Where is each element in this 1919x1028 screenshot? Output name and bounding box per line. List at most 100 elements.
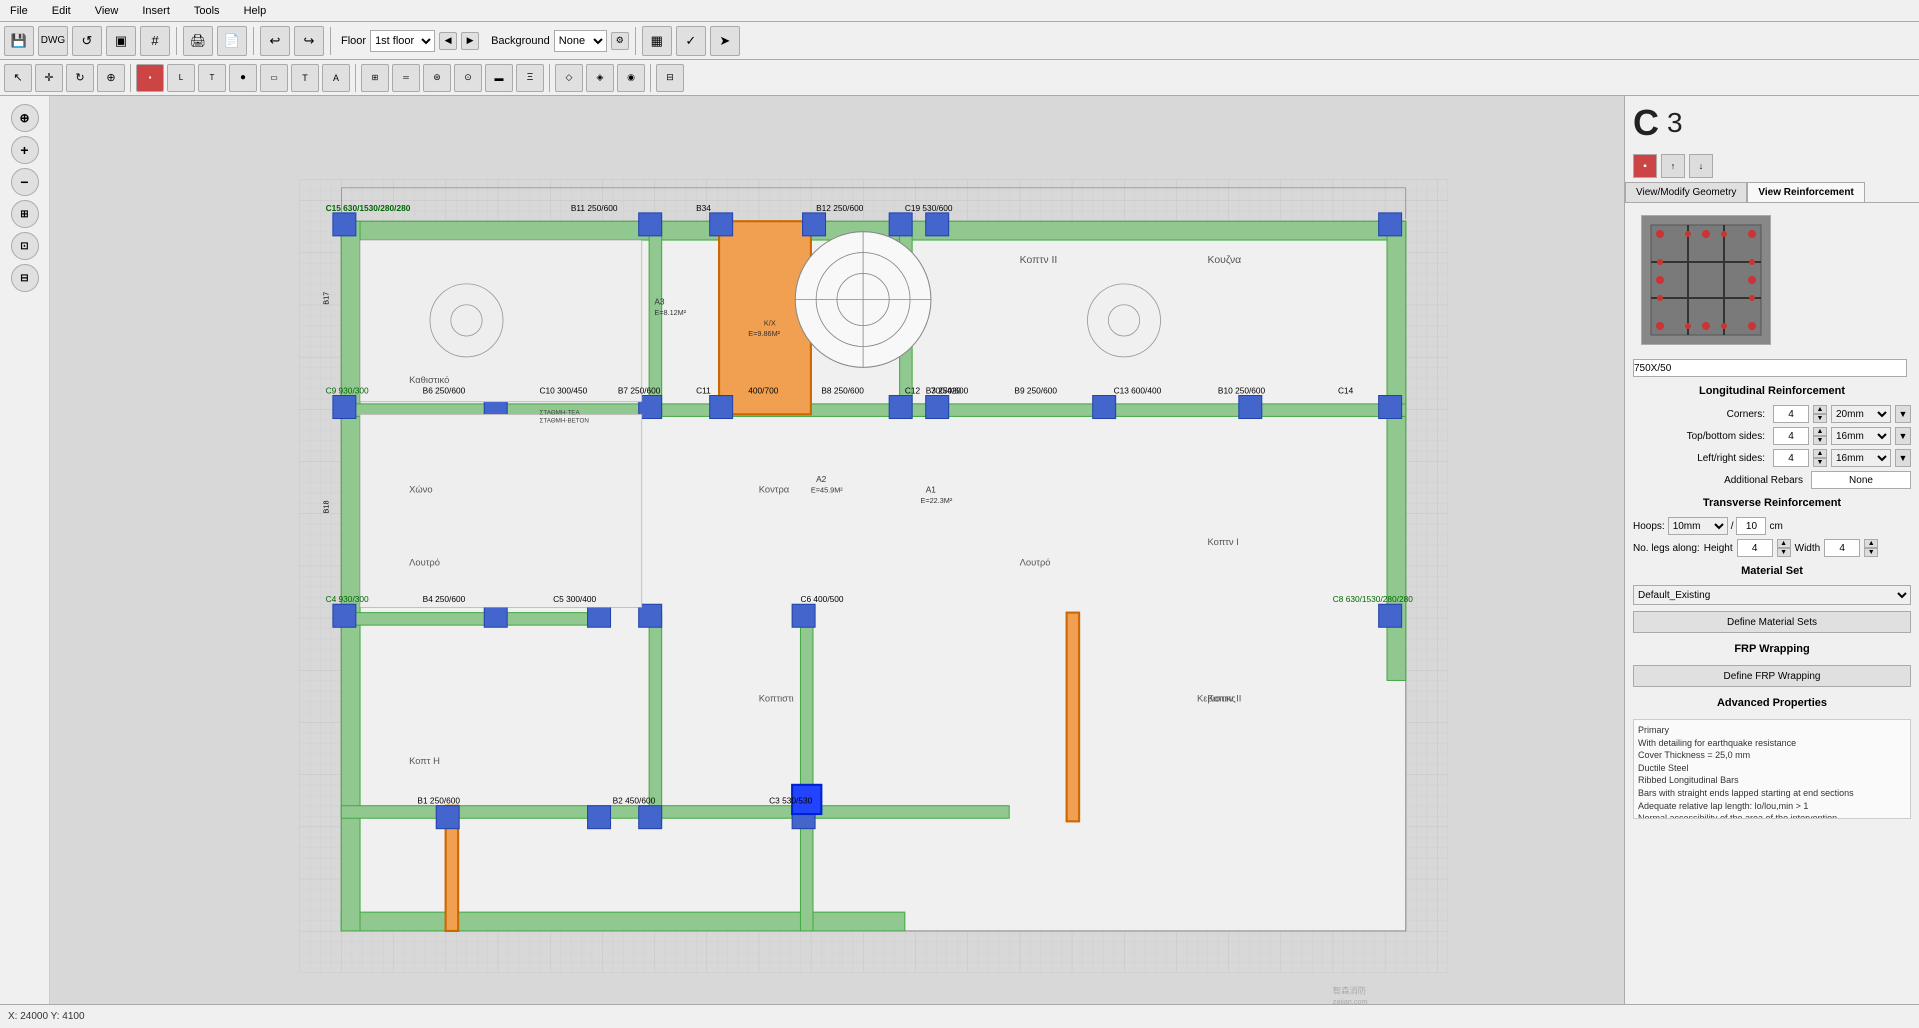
background-selector: Background None DXF Image ⚙: [491, 30, 629, 52]
tab-geometry[interactable]: View/Modify Geometry: [1625, 182, 1747, 202]
topbottom-input[interactable]: [1773, 427, 1809, 445]
shape2-btn[interactable]: ◈: [586, 64, 614, 92]
status-coords: X: 24000 Y: 4100: [8, 1011, 85, 1022]
view-btn3[interactable]: ➤: [710, 26, 740, 56]
print-btn[interactable]: 🖨: [183, 26, 213, 56]
width-up[interactable]: ▲: [1864, 539, 1878, 548]
beam-btn[interactable]: T: [291, 64, 319, 92]
view-btn1[interactable]: ▦: [642, 26, 672, 56]
corners-down[interactable]: ▼: [1813, 414, 1827, 423]
height-up[interactable]: ▲: [1777, 539, 1791, 548]
leftright-up[interactable]: ▲: [1813, 449, 1827, 458]
topbottom-info[interactable]: ▼: [1895, 427, 1911, 445]
col-text-btn[interactable]: A: [322, 64, 350, 92]
zoom-window[interactable]: ⊞: [11, 200, 39, 228]
canvas-area[interactable]: C15 630/1530/280/280 B11 250/600 B34 B12…: [50, 96, 1624, 1004]
menu-tools[interactable]: Tools: [188, 3, 226, 19]
rotate-btn[interactable]: ↻: [66, 64, 94, 92]
wall-btn[interactable]: ▭: [260, 64, 288, 92]
dimension-input[interactable]: [1633, 359, 1907, 377]
zoom-all[interactable]: ⊡: [11, 232, 39, 260]
open-btn[interactable]: DWG: [38, 26, 68, 56]
additional-input[interactable]: [1811, 471, 1911, 489]
legs-label: No. legs along:: [1633, 543, 1700, 554]
svg-text:C11: C11: [696, 385, 711, 395]
view-btn2[interactable]: ✓: [676, 26, 706, 56]
background-dropdown[interactable]: None DXF Image: [554, 30, 607, 52]
floor-prev[interactable]: ◀: [439, 32, 457, 50]
l-col-btn[interactable]: L: [167, 64, 195, 92]
grid-btn[interactable]: #: [140, 26, 170, 56]
tab-reinforcement[interactable]: View Reinforcement: [1747, 182, 1864, 202]
leftright-input[interactable]: [1773, 449, 1809, 467]
extra-btn[interactable]: ⊟: [656, 64, 684, 92]
svg-text:C6 400/500: C6 400/500: [800, 594, 843, 604]
element-letter: C: [1633, 102, 1659, 144]
move-btn[interactable]: ✛: [35, 64, 63, 92]
export-btn[interactable]: 📄: [217, 26, 247, 56]
shape1-btn[interactable]: ◇: [555, 64, 583, 92]
floor-next[interactable]: ▶: [461, 32, 479, 50]
right-panel: C 3 ▪ ↑ ↓ View/Modify Geometry View Rein…: [1624, 96, 1919, 1004]
menu-insert[interactable]: Insert: [136, 3, 176, 19]
bg-settings[interactable]: ⚙: [611, 32, 629, 50]
rp-icon-2[interactable]: ↑: [1661, 154, 1685, 178]
topbottom-down[interactable]: ▼: [1813, 436, 1827, 445]
frame-btn[interactable]: ▬: [485, 64, 513, 92]
refresh-btn[interactable]: ↺: [72, 26, 102, 56]
select-btn[interactable]: ↖: [4, 64, 32, 92]
width-input[interactable]: [1824, 539, 1860, 557]
slab-btn[interactable]: ⊞: [361, 64, 389, 92]
corners-input[interactable]: [1773, 405, 1809, 423]
copy-btn[interactable]: ⊕: [97, 64, 125, 92]
dim-btn[interactable]: ⊙: [454, 64, 482, 92]
corners-up[interactable]: ▲: [1813, 405, 1827, 414]
zoom-out[interactable]: −: [11, 168, 39, 196]
hoops-dia-select[interactable]: 10mm8mm12mm: [1668, 517, 1728, 535]
hoops-spacing-input[interactable]: [1736, 517, 1766, 535]
beam2-btn[interactable]: ═: [392, 64, 420, 92]
zoom-in[interactable]: +: [11, 136, 39, 164]
floor-dropdown[interactable]: 1st floor 2nd floor 3rd floor: [370, 30, 435, 52]
material-select[interactable]: Default_Existing Default_New: [1633, 585, 1911, 605]
menu-edit[interactable]: Edit: [46, 3, 77, 19]
menu-file[interactable]: File: [4, 3, 34, 19]
topbottom-up[interactable]: ▲: [1813, 427, 1827, 436]
undo-btn[interactable]: ↩: [260, 26, 290, 56]
zoom-fit[interactable]: ⊕: [11, 104, 39, 132]
new-btn[interactable]: 💾: [4, 26, 34, 56]
zoom-select[interactable]: ⊟: [11, 264, 39, 292]
leftright-dia-select[interactable]: 16mm20mm12mm: [1831, 449, 1891, 467]
svg-text:C19 530/600: C19 530/600: [905, 203, 953, 213]
rp-icon-1[interactable]: ▪: [1633, 154, 1657, 178]
circ-col-btn[interactable]: ●: [229, 64, 257, 92]
redo-btn[interactable]: ↪: [294, 26, 324, 56]
svg-text:B12 250/600: B12 250/600: [816, 203, 864, 213]
height-input[interactable]: [1737, 539, 1773, 557]
height-down[interactable]: ▼: [1777, 548, 1791, 557]
note-3: Cover Thickness = 25,0 mm: [1638, 749, 1906, 762]
corners-dia-select[interactable]: 20mm16mm12mm: [1831, 405, 1891, 423]
define-material-btn[interactable]: Define Material Sets: [1633, 611, 1911, 633]
svg-text:zajian.com: zajian.com: [1333, 997, 1368, 1004]
rp-icon-3[interactable]: ↓: [1689, 154, 1713, 178]
shape3-btn[interactable]: ◉: [617, 64, 645, 92]
joint-btn[interactable]: ⊛: [423, 64, 451, 92]
t-col-btn[interactable]: T: [198, 64, 226, 92]
menu-view[interactable]: View: [89, 3, 125, 19]
width-down[interactable]: ▼: [1864, 548, 1878, 557]
rect-col-btn[interactable]: ▪: [136, 64, 164, 92]
3d-btn[interactable]: ▣: [106, 26, 136, 56]
leftright-info[interactable]: ▼: [1895, 449, 1911, 467]
define-frp-btn[interactable]: Define FRP Wrapping: [1633, 665, 1911, 687]
leftright-down[interactable]: ▼: [1813, 458, 1827, 467]
svg-text:C5 300/400: C5 300/400: [553, 594, 596, 604]
topbottom-dia-select[interactable]: 16mm20mm12mm: [1831, 427, 1891, 445]
main-area: ⊕ + − ⊞ ⊡ ⊟: [0, 96, 1919, 1004]
corners-info[interactable]: ▼: [1895, 405, 1911, 423]
menu-help[interactable]: Help: [238, 3, 273, 19]
svg-text:Κ/Χ: Κ/Χ: [764, 319, 776, 328]
note-7: Adequate relative lap length: lo/lou,min…: [1638, 800, 1906, 813]
text-btn[interactable]: Ξ: [516, 64, 544, 92]
svg-text:B11 250/600: B11 250/600: [571, 203, 618, 213]
